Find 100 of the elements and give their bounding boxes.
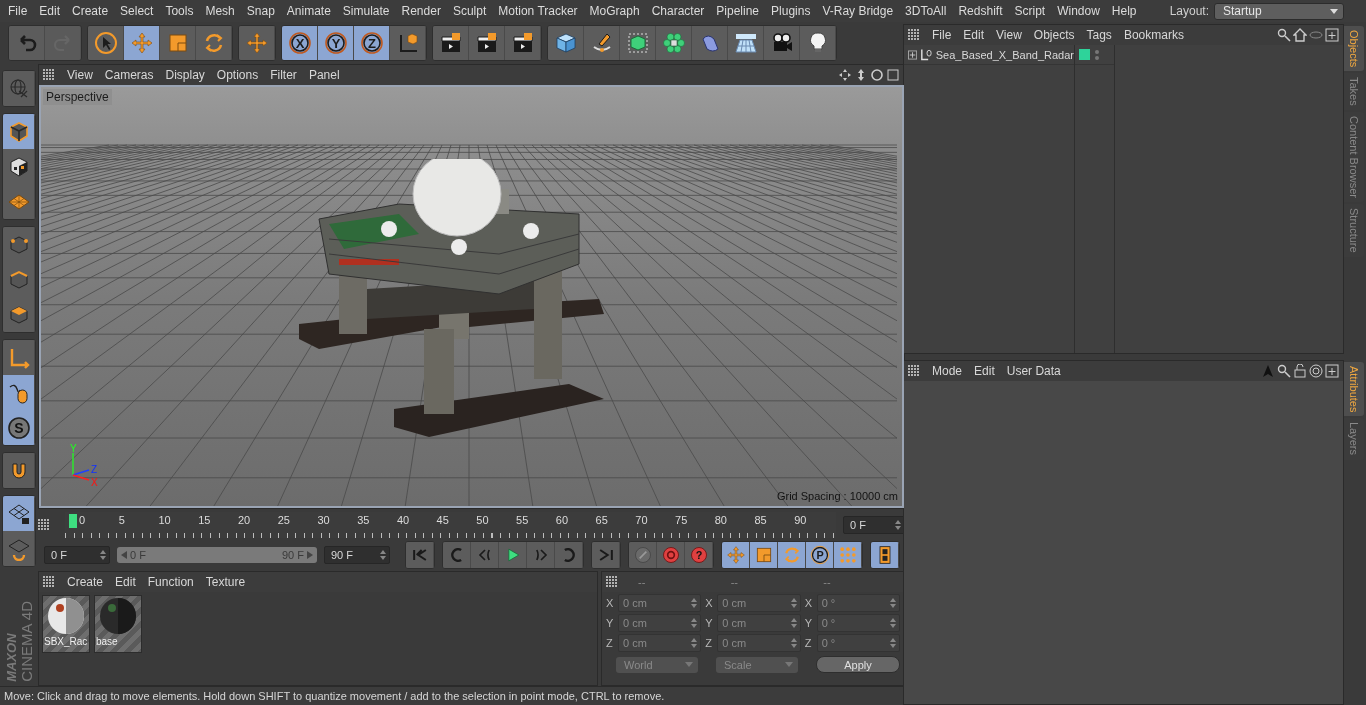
menu-item[interactable]: View [63, 68, 101, 82]
menu-item[interactable]: Mode [928, 364, 971, 378]
menu-item[interactable]: Tags [1082, 28, 1120, 42]
lock-icon[interactable] [1293, 364, 1307, 378]
playback-button[interactable] [871, 542, 899, 568]
menu-item[interactable]: Texture [201, 575, 254, 589]
menu-item[interactable]: Sculpt [448, 4, 495, 18]
window-icon[interactable] [886, 68, 900, 82]
target-icon[interactable] [1309, 364, 1323, 378]
side-tab[interactable]: Objects [1344, 26, 1364, 72]
menu-item[interactable]: Pipeline [712, 4, 768, 18]
new-window-icon[interactable] [1325, 28, 1339, 42]
menu-item[interactable]: Script [1010, 4, 1054, 18]
drag-handle-icon[interactable] [43, 69, 55, 81]
material-ball-icon [98, 596, 138, 636]
drag-handle-icon[interactable] [606, 576, 618, 588]
tool-button[interactable]: Z [354, 26, 390, 60]
material-swatch[interactable]: SBX_Rac [42, 595, 90, 653]
logo: MAXON CINEMA 4D [4, 601, 34, 682]
menu-item[interactable]: Redshift [954, 4, 1011, 18]
tool-button[interactable]: Y [318, 26, 354, 60]
spinner-arrows-icon[interactable] [895, 520, 901, 530]
move-arrows-icon [725, 545, 746, 565]
menu-item[interactable]: Select [116, 4, 162, 18]
move-arrows-icon[interactable] [838, 68, 852, 82]
playback-button[interactable] [834, 542, 862, 568]
column-header: -- [729, 576, 739, 588]
menu-item[interactable]: Simulate [338, 4, 398, 18]
menu-item[interactable]: Motion Tracker [494, 4, 586, 18]
menu-item[interactable]: Edit [959, 28, 993, 42]
arrow-right-icon[interactable] [307, 551, 313, 559]
tool-button[interactable] [3, 531, 35, 566]
menu-item[interactable]: Display [161, 68, 213, 82]
layer-color-swatch[interactable] [1079, 49, 1090, 60]
drag-handle-icon[interactable] [908, 29, 920, 41]
menu-item[interactable]: Edit [970, 364, 1003, 378]
menu-item[interactable]: Filter [266, 68, 305, 82]
move-arrows-icon [244, 31, 269, 55]
frame-number: 85 [754, 513, 768, 528]
menu-item[interactable]: 3DToAll [901, 4, 955, 18]
menu-item[interactable]: File [928, 28, 960, 42]
grid-spacing-label: Grid Spacing : 10000 cm [776, 490, 898, 502]
menu-item[interactable]: Tools [161, 4, 202, 18]
start-frame-field[interactable]: 0 F [44, 546, 110, 564]
menu-item[interactable]: Help [1107, 4, 1145, 18]
menu-item[interactable]: Create [63, 575, 112, 589]
menu-item[interactable]: File [4, 4, 36, 18]
arrow-left-icon[interactable] [121, 551, 127, 559]
menu-item[interactable]: Plugins [767, 4, 819, 18]
drag-handle-icon[interactable] [908, 365, 920, 377]
menu-item[interactable]: Mesh [201, 4, 243, 18]
search-icon[interactable] [1277, 364, 1291, 378]
menu-item[interactable]: Edit [35, 4, 69, 18]
viewport-canvas[interactable]: Perspective Y Z X Grid Spacing : 10000 cm [39, 85, 904, 508]
new-window-icon[interactable] [1325, 364, 1339, 378]
menu-item[interactable]: Bookmarks [1119, 28, 1192, 42]
menu-item[interactable]: Edit [111, 575, 144, 589]
playback-button[interactable] [778, 542, 806, 568]
layout-dropdown[interactable]: Startup [1214, 2, 1344, 20]
frame-number: 5 [118, 513, 126, 528]
menu-item[interactable]: User Data [1002, 364, 1069, 378]
spinner-arrows-icon[interactable] [100, 550, 106, 560]
menu-item[interactable]: Snap [242, 4, 283, 18]
end-frame-field[interactable]: 90 F [324, 546, 390, 564]
playback-button[interactable] [722, 542, 750, 568]
menu-item[interactable]: Objects [1029, 28, 1083, 42]
tool-button[interactable]: X [282, 26, 318, 60]
drag-handle-icon[interactable] [43, 576, 55, 588]
menu-item[interactable]: Cameras [100, 68, 162, 82]
timeline-ruler[interactable]: 0 5 10 15 20 25 30 35 40 45 50 55 60 65 70 75 80 85 90 [65, 512, 836, 538]
drag-handle-icon[interactable] [38, 519, 50, 531]
menu-item[interactable]: View [992, 28, 1030, 42]
side-tab[interactable]: Attributes [1344, 362, 1364, 417]
cube-in-frame-icon [625, 31, 650, 55]
expand-icon[interactable] [908, 49, 918, 60]
menu-item[interactable]: MoGraph [585, 4, 648, 18]
menu-item[interactable]: Render [397, 4, 449, 18]
material-swatch[interactable]: base [94, 595, 142, 653]
tool-button[interactable] [88, 26, 124, 60]
menu-item[interactable]: Create [68, 4, 117, 18]
rotate-icon[interactable] [870, 68, 884, 82]
visibility-dots-icon[interactable] [1094, 48, 1100, 61]
object-name[interactable]: Sea_Based_X_Band_Radar [935, 48, 1074, 61]
tool-button[interactable] [433, 26, 469, 60]
menu-item[interactable]: V-Ray Bridge [818, 4, 902, 18]
axis-label: Z [804, 637, 813, 649]
tool-button[interactable] [3, 496, 35, 531]
menu-item[interactable]: Window [1053, 4, 1108, 18]
menu-item[interactable]: Panel [304, 68, 348, 82]
search-icon[interactable] [1277, 28, 1291, 42]
menu-item[interactable]: Function [143, 575, 202, 589]
menu-item[interactable]: Options [212, 68, 267, 82]
menu-item[interactable]: Character [647, 4, 713, 18]
playback-button[interactable] [750, 542, 778, 568]
tool-button[interactable] [548, 26, 584, 60]
menu-item[interactable]: Animate [282, 4, 339, 18]
spinner-arrows-icon[interactable] [380, 550, 386, 560]
axis-label: X [705, 597, 714, 609]
current-frame-field[interactable]: 0 F [843, 516, 905, 534]
home-icon[interactable] [1293, 28, 1307, 42]
